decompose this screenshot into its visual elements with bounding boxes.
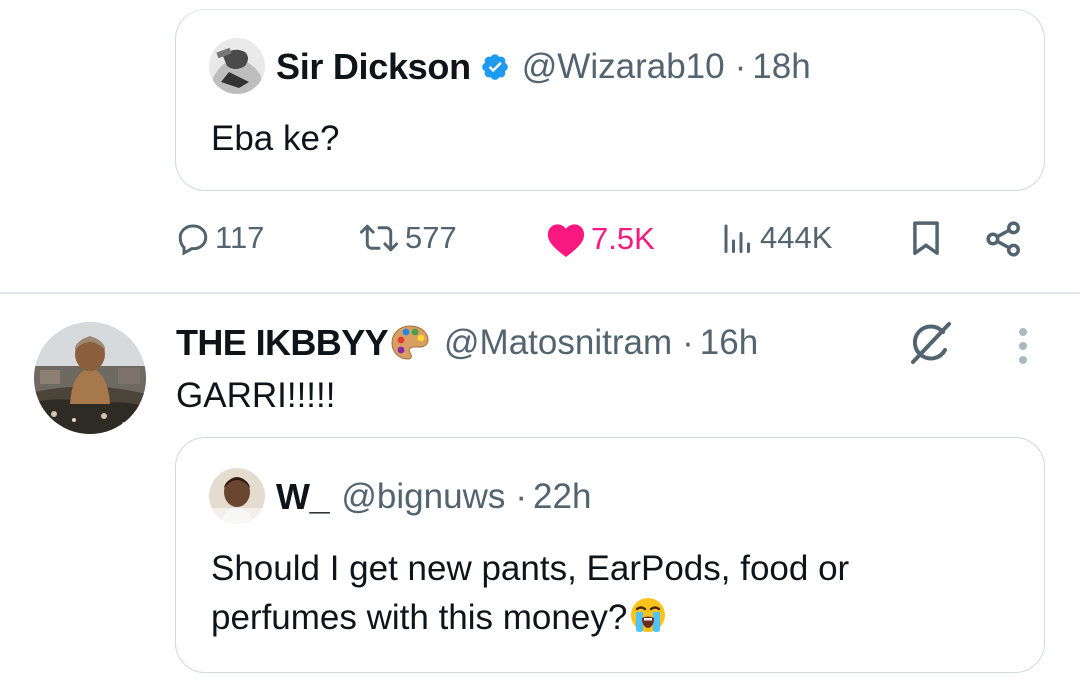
reply-author-name[interactable]: THE IKBBYY [176, 322, 389, 364]
heart-icon [545, 220, 587, 258]
share-icon [985, 220, 1023, 258]
reply-author-handle[interactable]: @Matosnitram [444, 323, 672, 363]
analytics-icon [720, 220, 756, 256]
quoted-author-name[interactable]: Sir Dickson [276, 46, 471, 88]
repost-button[interactable]: 577 [357, 220, 457, 256]
reply-tweet-text: GARRI!!!!! [176, 376, 336, 415]
quoted-tweet-body: Should I get new pants, EarPods, food or… [211, 544, 991, 648]
view-count: 444K [760, 220, 833, 255]
quoted-author-handle[interactable]: @bignuws [341, 477, 505, 517]
quoted-author-name[interactable]: W_ [276, 476, 330, 518]
quoted-tweet-card[interactable]: Sir Dickson @Wizarab10 · 18h Eba ke? [175, 9, 1045, 191]
quoted-tweet-text: Should I get new pants, EarPods, food or… [211, 549, 850, 637]
tweet-divider [0, 292, 1080, 294]
loudly-crying-face-emoji-icon [628, 595, 668, 648]
share-button[interactable] [985, 220, 1023, 258]
repost-count: 577 [405, 220, 457, 255]
like-count: 7.5K [591, 221, 655, 256]
reply-icon [175, 220, 211, 256]
quoted-tweet-card[interactable]: W_ @bignuws · 22h Should I get new pants… [175, 437, 1045, 673]
w-avatar[interactable] [209, 468, 265, 524]
palette-emoji-icon [390, 323, 430, 363]
separator-dot: · [515, 477, 528, 516]
quoted-author-handle[interactable]: @Wizarab10 [522, 47, 725, 87]
tweet-action-bar: 117 577 7.5K 444K [175, 220, 1035, 266]
views-button[interactable]: 444K [720, 220, 832, 256]
bookmark-button[interactable] [909, 220, 943, 258]
separator-dot: · [682, 323, 694, 362]
separator-dot: · [734, 47, 747, 86]
ikbbyy-avatar[interactable] [34, 322, 146, 434]
sir-dickson-avatar[interactable] [209, 38, 265, 94]
reply-count: 117 [215, 220, 265, 255]
quoted-tweet-time[interactable]: 18h [752, 47, 810, 87]
like-button[interactable]: 7.5K [545, 220, 655, 258]
verified-badge-icon [480, 52, 510, 82]
quoted-tweet-text: Eba ke? [211, 119, 340, 158]
bookmark-icon [909, 220, 943, 258]
reply-tweet-time[interactable]: 16h [700, 323, 758, 363]
grok-icon[interactable] [903, 318, 955, 370]
reply-button[interactable]: 117 [175, 220, 264, 256]
quoted-tweet-time[interactable]: 22h [533, 477, 591, 517]
repost-icon [357, 220, 401, 256]
more-options-icon[interactable] [1010, 326, 1036, 366]
